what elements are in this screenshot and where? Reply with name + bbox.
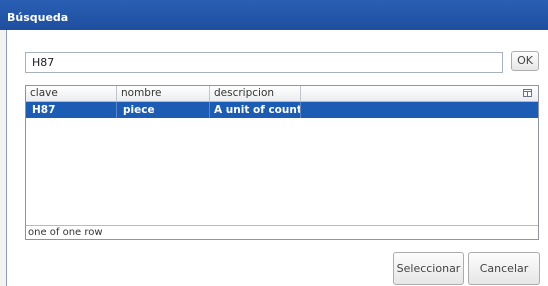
cell-clave: H87 <box>26 102 117 118</box>
cell-nombre: piece <box>117 102 210 118</box>
results-grid: clave nombre descripcion H87 piece A uni… <box>25 85 539 240</box>
column-header-clave[interactable]: clave <box>26 86 117 101</box>
column-header-descripcion[interactable]: descripcion <box>210 86 301 101</box>
cell-descripcion: A unit of count… <box>210 102 301 118</box>
dialog-title: Búsqueda <box>7 11 69 24</box>
column-chooser-icon[interactable] <box>523 89 532 97</box>
table-row[interactable]: H87 piece A unit of count… <box>26 102 538 118</box>
grid-status-text: one of one row <box>26 225 538 239</box>
grid-header: clave nombre descripcion <box>26 86 538 102</box>
cancel-button[interactable]: Cancelar <box>468 252 540 285</box>
search-input[interactable] <box>25 52 503 73</box>
column-header-nombre[interactable]: nombre <box>117 86 210 101</box>
dialog-titlebar[interactable]: Búsqueda <box>0 0 548 30</box>
ok-button[interactable]: OK <box>511 51 539 71</box>
select-button[interactable]: Seleccionar <box>393 252 464 285</box>
